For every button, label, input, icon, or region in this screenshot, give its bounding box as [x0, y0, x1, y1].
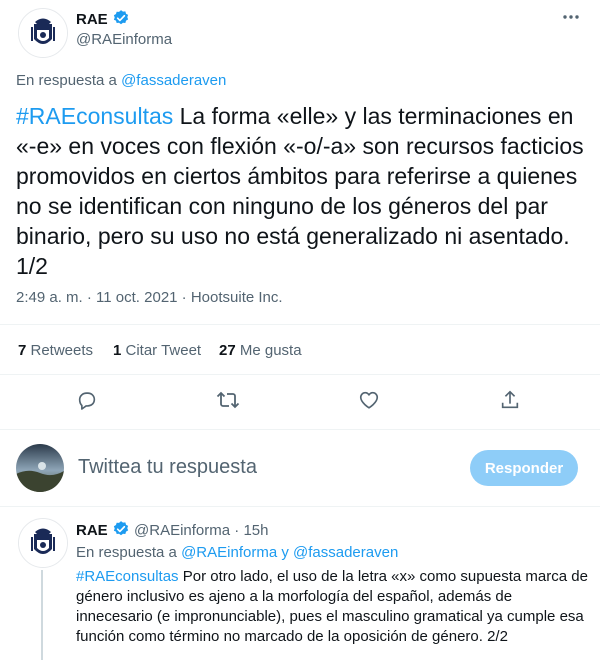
- divider: [0, 374, 600, 375]
- divider: [0, 324, 600, 325]
- tweet-date[interactable]: 11 oct. 2021: [96, 289, 177, 306]
- reply-author-line: RAE @RAEinforma · 15h: [76, 521, 269, 539]
- reply-submit-button[interactable]: Responder: [470, 450, 578, 486]
- rae-crest-logo: [19, 519, 67, 567]
- verified-badge-icon: [114, 10, 129, 25]
- hashtag-link[interactable]: #RAEconsultas: [16, 103, 173, 129]
- like-icon: [359, 391, 379, 409]
- author-avatar[interactable]: [18, 8, 68, 58]
- tweet-time[interactable]: 2:49 a. m.: [16, 289, 83, 306]
- reply-author-name[interactable]: RAE: [76, 522, 108, 539]
- more-options-button[interactable]: [560, 6, 582, 28]
- tweet-meta: 2:49 a. m. · 11 oct. 2021 · Hootsuite In…: [16, 289, 283, 306]
- quote-tweets-stat[interactable]: 1 Citar Tweet: [113, 342, 201, 359]
- reply-input[interactable]: Twittea tu respuesta: [78, 456, 257, 479]
- author-line: RAE: [76, 9, 130, 29]
- divider: [0, 429, 600, 430]
- rae-crest-logo: [19, 9, 67, 57]
- reply-icon: [78, 392, 96, 410]
- hashtag-link[interactable]: #RAEconsultas: [76, 568, 179, 585]
- reply-replying-to: En respuesta a @RAEinforma y @fassaderav…: [76, 544, 399, 561]
- tweet-text: #RAEconsultas La forma «elle» y las term…: [16, 101, 586, 281]
- tweet-body: La forma «elle» y las terminaciones en «…: [16, 103, 584, 279]
- retweets-stat[interactable]: 7 Retweets: [18, 342, 93, 359]
- share-icon: [501, 390, 519, 409]
- retweet-button[interactable]: [211, 383, 245, 417]
- author-handle[interactable]: @RAEinforma: [76, 31, 172, 48]
- like-button[interactable]: [352, 383, 386, 417]
- replying-to-link[interactable]: @fassaderaven: [293, 544, 398, 561]
- replying-to-label: En respuesta a: [16, 72, 122, 89]
- author-name[interactable]: RAE: [76, 11, 108, 28]
- reply-tweet-text: #RAEconsultas Por otro lado, el uso de l…: [76, 567, 588, 647]
- reply-author-handle[interactable]: @RAEinforma: [134, 522, 230, 539]
- tweet-source[interactable]: Hootsuite Inc.: [191, 289, 283, 306]
- thread-line: [41, 570, 43, 660]
- replying-to-link[interactable]: @RAEinforma: [181, 544, 277, 561]
- likes-stat[interactable]: 27 Me gusta: [219, 342, 302, 359]
- reply-button[interactable]: [70, 383, 104, 417]
- user-avatar-image: [16, 444, 64, 492]
- divider: [0, 506, 600, 507]
- replying-to-link[interactable]: @fassaderaven: [121, 72, 226, 89]
- reply-author-avatar[interactable]: [18, 518, 68, 568]
- share-button[interactable]: [493, 383, 527, 417]
- reply-age[interactable]: 15h: [243, 522, 268, 539]
- retweet-icon: [216, 391, 240, 409]
- verified-badge-icon: [113, 521, 128, 536]
- user-avatar[interactable]: [16, 444, 64, 492]
- more-dots-icon: [563, 15, 579, 19]
- replying-to-line: En respuesta a @fassaderaven: [16, 72, 226, 89]
